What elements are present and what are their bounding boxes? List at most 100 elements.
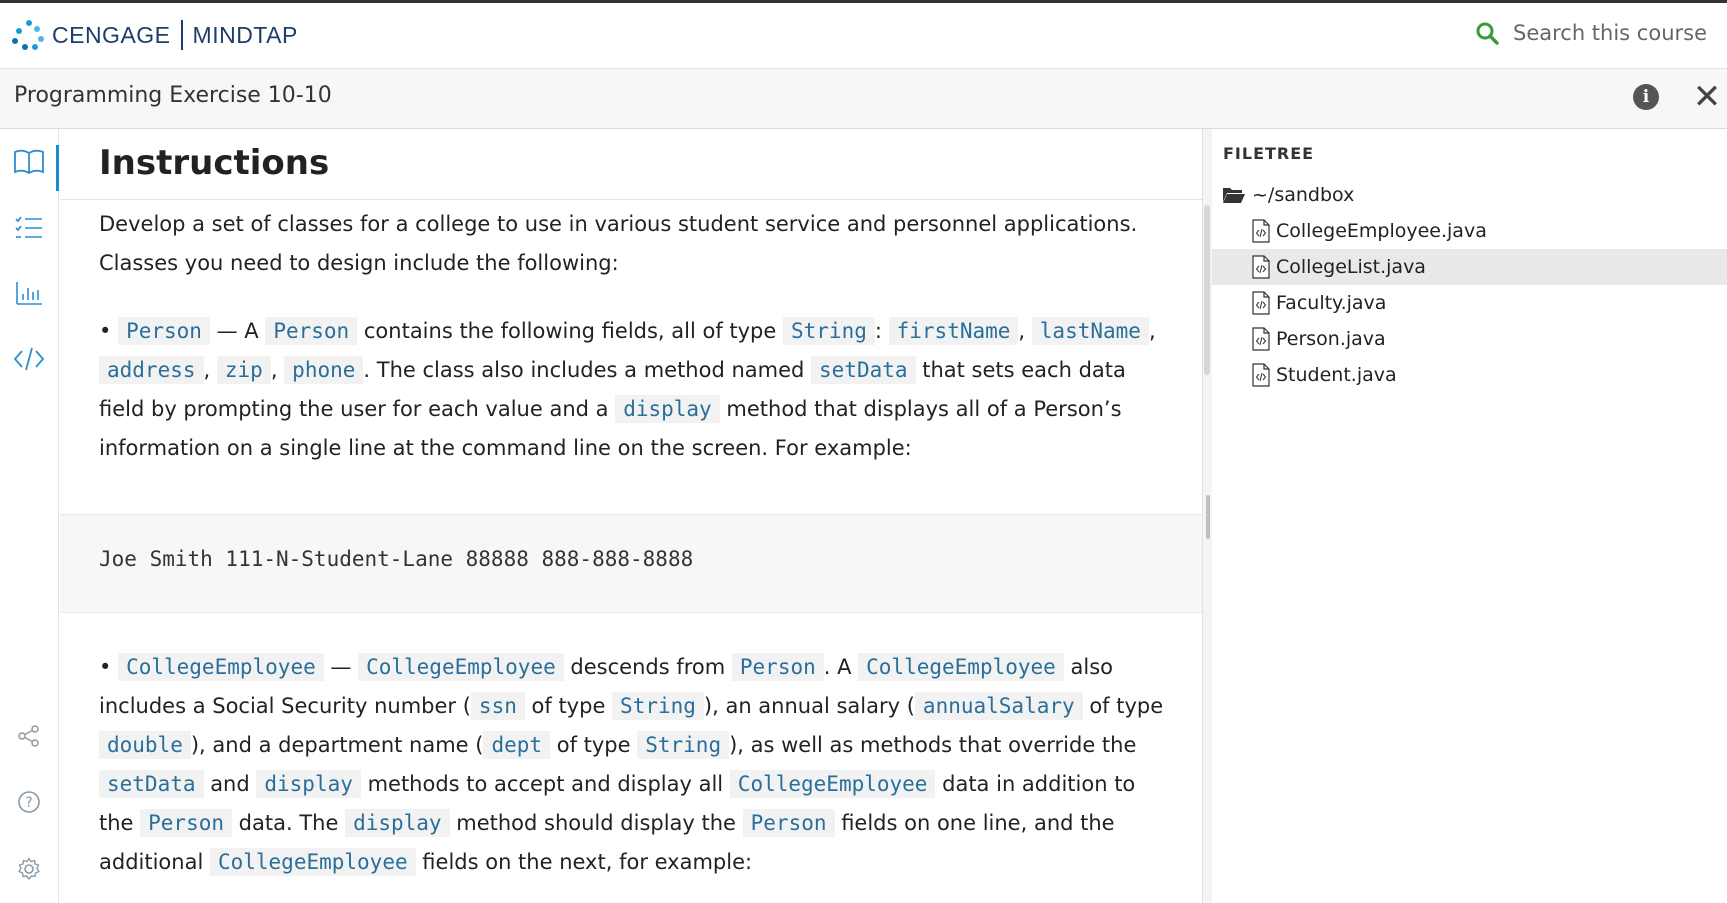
code-string: String — [612, 692, 704, 720]
code-icon — [13, 347, 45, 371]
course-search[interactable]: Search this course — [1475, 21, 1707, 45]
cengage-logo-icon — [12, 18, 46, 52]
example-output-text: Joe Smith 111-N-Student-Lane 88888 888-8… — [99, 547, 694, 571]
text: — — [323, 655, 359, 679]
code-string: String — [637, 731, 730, 759]
app-header: CENGAGE MINDTAP Search this course — [0, 3, 1727, 69]
brand-cengage: CENGAGE — [52, 21, 171, 48]
rail-code-button[interactable] — [0, 334, 58, 384]
college-employee-paragraph: • CollegeEmployee — CollegeEmployee desc… — [99, 648, 1169, 882]
text: , — [203, 358, 217, 382]
help-icon: ? — [18, 791, 40, 813]
text: ), and a department name ( — [190, 733, 484, 757]
bar-chart-icon — [16, 282, 42, 305]
settings-icon — [18, 857, 40, 880]
bullet: • — [99, 655, 112, 679]
code-collegeemployee: CollegeEmployee — [729, 770, 936, 798]
code-person: Person — [265, 317, 358, 345]
java-file-icon — [1252, 291, 1270, 315]
text: fields on the next, for example: — [415, 850, 753, 874]
svg-text:?: ? — [25, 795, 32, 811]
close-icon[interactable]: ✕ — [1692, 79, 1722, 115]
text: data. The — [232, 811, 346, 835]
rail-progress-button[interactable] — [0, 268, 58, 318]
panel-resize-handle[interactable] — [1206, 495, 1210, 539]
code-display: display — [615, 395, 720, 423]
activity-titlebar: Programming Exercise 10-10 — [0, 69, 1727, 129]
text: : — [874, 319, 889, 343]
text: — A — [209, 319, 266, 343]
file-row-selected[interactable]: CollegeList.java — [1212, 249, 1727, 285]
code-display: display — [345, 809, 450, 837]
text: , — [270, 358, 285, 382]
text: ), as well as methods that override the — [729, 733, 1137, 757]
checklist-icon — [15, 216, 42, 238]
file-row[interactable]: Faculty.java — [1212, 285, 1727, 321]
rail-help-button[interactable]: ? — [0, 777, 58, 827]
left-tool-rail: ? — [0, 129, 59, 903]
text: of type — [550, 733, 638, 757]
file-label: CollegeEmployee.java — [1276, 220, 1487, 242]
share-icon — [18, 725, 39, 747]
code-collegeemployee: CollegeEmployee — [858, 653, 1064, 681]
code-setdata: setData — [99, 770, 204, 798]
search-input[interactable]: Search this course — [1513, 21, 1707, 45]
text: ), an annual salary ( — [703, 694, 915, 718]
java-file-icon — [1252, 255, 1270, 279]
file-row[interactable]: Person.java — [1212, 321, 1727, 357]
code-collegeemployee: CollegeEmployee — [358, 653, 564, 681]
heading-divider — [60, 199, 1203, 200]
text: , — [1018, 319, 1032, 343]
text: , — [1148, 319, 1156, 343]
file-row[interactable]: CollegeEmployee.java — [1212, 213, 1727, 249]
instructions-panel: Instructions Develop a set of classes fo… — [60, 129, 1203, 903]
code-person: Person — [140, 809, 232, 837]
code-person: Person — [118, 317, 210, 345]
code-address: address — [99, 356, 204, 384]
code-string: String — [783, 317, 875, 345]
code-ssn: ssn — [470, 692, 525, 720]
page-title: Programming Exercise 10-10 — [14, 83, 332, 108]
code-collegeemployee: CollegeEmployee — [118, 653, 324, 681]
folder-label: ~/sandbox — [1252, 184, 1355, 206]
java-file-icon — [1252, 327, 1270, 351]
rail-instructions-button[interactable] — [0, 137, 59, 191]
filetree-panel: FILETREE ~/sandbox CollegeEmployee.java … — [1212, 129, 1727, 903]
rail-settings-button[interactable] — [0, 844, 58, 894]
rail-checklist-button[interactable] — [0, 203, 58, 253]
code-person: Person — [742, 809, 835, 837]
text: methods to accept and display all — [360, 772, 730, 796]
text: of type — [1082, 694, 1164, 718]
code-annualsalary: annualSalary — [914, 692, 1083, 720]
file-label: Faculty.java — [1276, 292, 1387, 314]
brand-divider — [180, 20, 183, 50]
code-setdata: setData — [811, 356, 916, 384]
file-label: CollegeList.java — [1276, 256, 1426, 278]
code-zip: zip — [216, 356, 271, 384]
intro-paragraph: Develop a set of classes for a college t… — [99, 212, 1138, 275]
cengage-logo[interactable]: CENGAGE MINDTAP — [12, 17, 298, 53]
file-label: Student.java — [1276, 364, 1397, 386]
text: of type — [524, 694, 613, 718]
text: method should display the — [449, 811, 743, 835]
person-paragraph: • Person — A Person contains the followi… — [99, 312, 1169, 468]
instructions-scroll-thumb[interactable] — [1204, 205, 1210, 375]
code-lastname: lastName — [1031, 317, 1149, 345]
code-collegeemployee: CollegeEmployee — [209, 848, 416, 876]
brand-mindtap: MINDTAP — [192, 21, 298, 48]
text: . The class also includes a method named — [363, 358, 812, 382]
search-icon — [1476, 22, 1499, 45]
text: contains the following fields, all of ty… — [357, 319, 783, 343]
file-row[interactable]: Student.java — [1212, 357, 1727, 393]
example-output-block: Joe Smith 111-N-Student-Lane 88888 888-8… — [60, 514, 1203, 613]
java-file-icon — [1252, 219, 1270, 243]
code-phone: phone — [284, 356, 364, 384]
rail-share-button[interactable] — [0, 711, 58, 761]
text: descends from — [563, 655, 732, 679]
folder-sandbox[interactable]: ~/sandbox — [1212, 177, 1727, 213]
filetree-heading: FILETREE — [1223, 144, 1315, 163]
text: . A — [823, 655, 859, 679]
file-label: Person.java — [1276, 328, 1386, 350]
code-dept: dept — [483, 731, 551, 759]
info-icon[interactable]: i — [1633, 84, 1659, 110]
